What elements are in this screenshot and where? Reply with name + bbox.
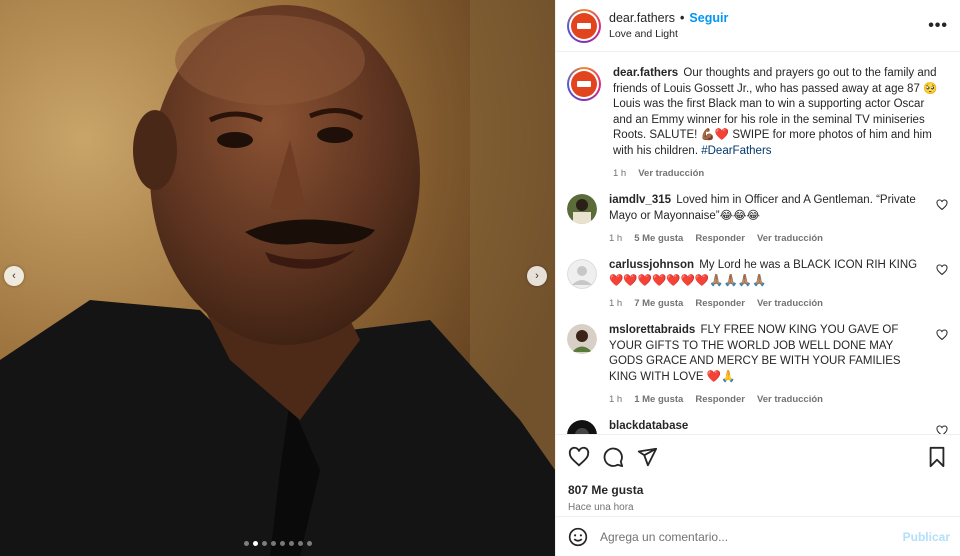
post-caption: dear.fathers Our thoughts and prayers go…	[567, 66, 948, 179]
carousel-dot	[243, 541, 249, 546]
carousel-dot	[297, 541, 303, 546]
comments-list[interactable]: dear.fathers Our thoughts and prayers go…	[556, 52, 960, 434]
likes-count[interactable]: 807 Me gusta	[568, 483, 948, 497]
like-comment-heart-icon[interactable]	[936, 199, 948, 211]
commenter-avatar[interactable]	[567, 259, 597, 289]
comment-likes-button[interactable]: 7 Me gusta	[634, 298, 683, 309]
like-comment-heart-icon[interactable]	[936, 264, 948, 276]
carousel-dot	[261, 541, 267, 546]
comment-item: carlussjohnson My Lord he was a BLACK IC…	[567, 258, 948, 309]
comment-translate-button[interactable]: Ver traducción	[757, 394, 823, 405]
comment-username[interactable]: mslorettabraids	[609, 324, 695, 336]
comment-likes-button[interactable]: 5 Me gusta	[634, 233, 683, 244]
comment-item: blackdatabase	[567, 419, 948, 434]
comment-time: 1 h	[609, 233, 623, 244]
comment-item: mslorettabraids FLY FREE NOW KING YOU GA…	[567, 323, 948, 405]
caption-translate-button[interactable]: Ver traducción	[638, 168, 704, 179]
comment-bubble-icon[interactable]	[602, 446, 624, 468]
post-photo	[0, 0, 555, 556]
add-comment-bar: Publicar	[556, 516, 960, 556]
like-heart-icon[interactable]	[568, 446, 590, 468]
caption-avatar[interactable]	[567, 67, 601, 101]
carousel-dot	[252, 541, 258, 546]
post-side-panel: dear.fathers • Seguir Love and Light •••…	[555, 0, 960, 556]
commenter-avatar[interactable]	[567, 420, 597, 434]
caption-time: 1 h	[613, 168, 627, 179]
post-dialog: ‹ › dear.fathers • Seguir Love and Light…	[0, 0, 960, 556]
share-send-icon[interactable]	[636, 446, 658, 468]
separator-dot: •	[680, 11, 685, 25]
follow-button[interactable]: Seguir	[689, 11, 728, 25]
comment-time: 1 h	[609, 298, 623, 309]
comment-time: 1 h	[609, 394, 623, 405]
commenter-avatar[interactable]	[567, 324, 597, 354]
comment-reply-button[interactable]: Responder	[695, 298, 745, 309]
carousel-next-button[interactable]: ›	[527, 266, 547, 286]
comment-translate-button[interactable]: Ver traducción	[757, 233, 823, 244]
author-avatar[interactable]	[567, 8, 601, 43]
author-username[interactable]: dear.fathers	[609, 11, 675, 25]
carousel-prev-button[interactable]: ‹	[4, 266, 24, 286]
emoji-picker-icon[interactable]	[568, 527, 588, 547]
like-comment-heart-icon[interactable]	[936, 425, 948, 434]
caption-text: Our thoughts and prayers go out to the f…	[613, 67, 938, 157]
carousel-dot	[279, 541, 285, 546]
more-options-icon[interactable]: •••	[928, 17, 948, 35]
post-subtitle[interactable]: Love and Light	[609, 28, 928, 40]
post-header: dear.fathers • Seguir Love and Light •••	[556, 0, 960, 52]
comment-username[interactable]: blackdatabase	[609, 420, 688, 432]
caption-hashtag[interactable]: #DearFathers	[701, 145, 771, 157]
brand-logo-icon	[571, 71, 597, 97]
carousel-indicator	[0, 541, 555, 546]
like-comment-heart-icon[interactable]	[936, 329, 948, 341]
brand-logo-icon	[571, 12, 597, 39]
carousel-dot	[270, 541, 276, 546]
comment-username[interactable]: iamdlv_315	[609, 194, 671, 206]
publish-comment-button[interactable]: Publicar	[903, 530, 950, 544]
comment-item: iamdlv_315 Loved him in Officer and A Ge…	[567, 193, 948, 244]
comment-username[interactable]: carlussjohnson	[609, 259, 694, 271]
comment-reply-button[interactable]: Responder	[695, 233, 745, 244]
commenter-avatar[interactable]	[567, 194, 597, 224]
comment-reply-button[interactable]: Responder	[695, 394, 745, 405]
comment-input[interactable]	[600, 529, 903, 544]
comment-likes-button[interactable]: 1 Me gusta	[634, 394, 683, 405]
bookmark-save-icon[interactable]	[926, 446, 948, 468]
carousel-dot	[288, 541, 294, 546]
carousel-dot	[306, 541, 312, 546]
post-timestamp: Hace una hora	[568, 502, 634, 513]
caption-username[interactable]: dear.fathers	[613, 67, 678, 79]
comment-translate-button[interactable]: Ver traducción	[757, 298, 823, 309]
post-media[interactable]: ‹ ›	[0, 0, 555, 556]
